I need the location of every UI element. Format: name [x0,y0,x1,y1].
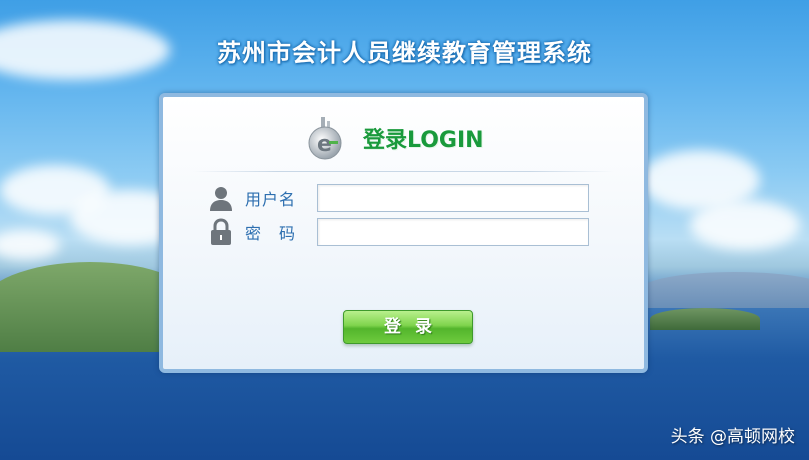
lock-icon [209,218,233,246]
user-icon [209,184,233,212]
login-header: e 登录LOGIN [303,113,484,163]
cloud [690,200,800,250]
login-heading: 登录LOGIN [363,128,484,153]
username-input[interactable] [317,184,589,212]
login-panel: e 登录LOGIN 用户名 密 码 登录 [159,93,648,373]
island [640,272,809,308]
password-label: 密 码 [245,224,297,243]
password-input[interactable] [317,218,589,246]
login-button[interactable]: 登录 [343,310,473,344]
page-title: 苏州市会计人员继续教育管理系统 [217,39,592,67]
username-label: 用户名 [245,190,297,209]
password-row: 密 码 [209,218,589,246]
watermark: 头条 @高顿网校 [670,427,795,447]
username-row: 用户名 [209,184,589,212]
cloud [0,230,60,260]
divider [193,171,614,172]
svg-text:e: e [317,132,332,157]
e-logo-icon: e [303,115,349,161]
island [650,308,760,330]
